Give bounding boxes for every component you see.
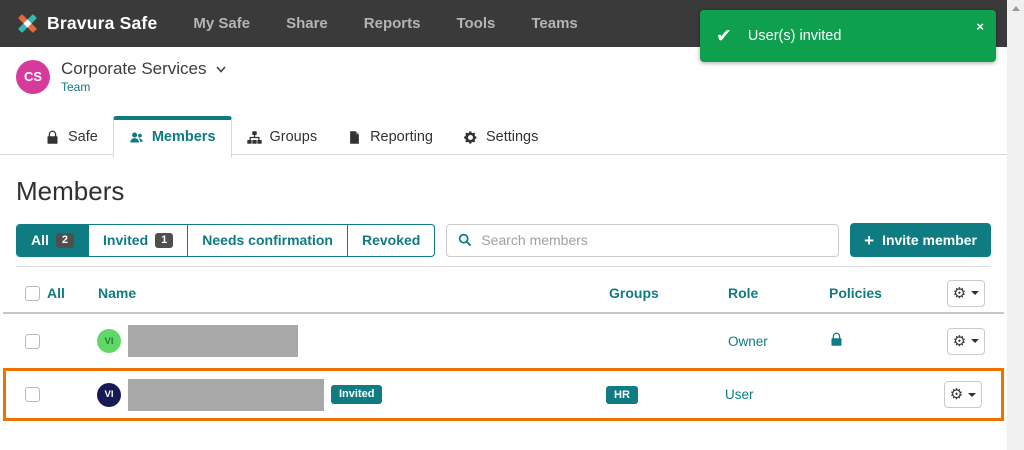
filter-count-badge: 2 xyxy=(55,232,75,248)
header-select-all: All xyxy=(25,285,95,301)
row-select-cell xyxy=(25,333,95,349)
page-title: Members xyxy=(16,176,125,206)
tab-safe[interactable]: Safe xyxy=(30,120,113,154)
member-status-filter-group: All 2 Invited 1 Needs confirmation Revok… xyxy=(16,223,436,257)
tab-members[interactable]: Members xyxy=(112,116,232,158)
nav-item-tools[interactable]: Tools xyxy=(456,15,495,32)
tab-label: Reporting xyxy=(370,129,433,145)
header-name: Name xyxy=(98,285,137,301)
member-row-invited[interactable]: VI Invited HR User ⚙ xyxy=(3,368,1004,421)
search-input[interactable] xyxy=(481,232,828,248)
tab-label: Settings xyxy=(485,129,539,145)
row-options-button[interactable]: ⚙ xyxy=(947,327,985,355)
row-select-cell xyxy=(25,387,95,402)
gear-icon: ⚙ xyxy=(952,284,967,302)
team-name-row[interactable]: Corporate Services xyxy=(61,59,226,79)
team-avatar: CS xyxy=(16,59,50,94)
check-icon: ✔ xyxy=(716,25,732,47)
role-cell: Owner xyxy=(728,333,768,349)
filter-label: All xyxy=(31,232,49,248)
gear-icon: ⚙ xyxy=(949,386,964,403)
toast-message: User(s) invited xyxy=(747,28,842,44)
row-checkbox[interactable] xyxy=(25,387,40,402)
member-name-cell: VI xyxy=(95,325,606,357)
row-checkbox[interactable] xyxy=(25,333,40,349)
chevron-down-icon xyxy=(215,65,226,73)
invite-member-button[interactable]: + Invite member xyxy=(850,223,991,257)
caret-down-icon xyxy=(971,339,980,343)
team-name: Corporate Services xyxy=(61,59,207,78)
gear-icon: ⚙ xyxy=(952,332,967,350)
member-name-redacted xyxy=(128,378,324,411)
member-row-owner[interactable]: VI Owner ⚙ xyxy=(3,314,1004,368)
tab-label: Safe xyxy=(68,129,98,145)
groups-cell: HR xyxy=(603,386,722,405)
search-box xyxy=(446,223,840,257)
members-page: Members All 2 Invited 1 Needs confirmati… xyxy=(0,176,1007,267)
filter-all[interactable]: All 2 xyxy=(17,224,90,256)
table-header-row: All Name Groups Role Policies ⚙ xyxy=(3,274,1004,314)
members-icon xyxy=(130,132,143,142)
nav-item-reports[interactable]: Reports xyxy=(364,15,421,32)
success-toast: ✔ User(s) invited × xyxy=(700,10,996,62)
member-name-cell: VI Invited xyxy=(95,378,603,411)
nav-item-share[interactable]: Share xyxy=(286,15,328,32)
table-options-button[interactable]: ⚙ xyxy=(947,279,985,307)
nav-items: My Safe Share Reports Tools Teams xyxy=(193,15,577,32)
settings-icon xyxy=(464,130,477,144)
tab-reporting[interactable]: Reporting xyxy=(332,120,448,154)
filter-needs-confirmation[interactable]: Needs confirmation xyxy=(188,224,348,256)
invite-member-label: Invite member xyxy=(882,232,977,248)
filter-count-badge: 1 xyxy=(155,232,174,248)
members-table: All Name Groups Role Policies ⚙ VI Owner xyxy=(3,274,1004,421)
select-all-label: All xyxy=(47,285,65,301)
header-policies: Policies xyxy=(829,285,882,301)
filter-revoked[interactable]: Revoked xyxy=(348,225,434,256)
filter-label: Needs confirmation xyxy=(202,232,333,248)
role-cell: User xyxy=(725,387,754,402)
select-all-checkbox[interactable] xyxy=(25,285,40,301)
nav-item-teams[interactable]: Teams xyxy=(531,15,577,32)
bravura-logo-icon xyxy=(18,14,37,33)
team-title-block: Corporate Services Team xyxy=(61,59,226,94)
lock-icon xyxy=(47,130,58,144)
tab-label: Members xyxy=(151,129,216,145)
plus-icon: + xyxy=(864,230,875,250)
member-avatar: VI xyxy=(97,382,121,407)
tab-label: Groups xyxy=(269,129,318,145)
header-role: Role xyxy=(728,285,759,301)
tab-bar: Safe Members Groups Reporting Settings xyxy=(0,116,1007,158)
filter-label: Revoked xyxy=(361,232,421,248)
caret-down-icon xyxy=(971,291,980,295)
section-divider xyxy=(16,266,991,267)
tab-groups[interactable]: Groups xyxy=(232,120,333,154)
filter-label: Invited xyxy=(103,232,149,248)
member-avatar: VI xyxy=(97,329,121,353)
scrollbar-up-arrow[interactable] xyxy=(1011,6,1020,11)
brand[interactable]: Bravura Safe xyxy=(16,12,157,35)
team-subtitle: Team xyxy=(61,80,91,94)
group-badge: HR xyxy=(606,386,638,405)
members-controls: All 2 Invited 1 Needs confirmation Revok… xyxy=(16,223,991,257)
caret-down-icon xyxy=(968,392,977,397)
sitemap-icon xyxy=(246,130,262,144)
filter-invited[interactable]: Invited 1 xyxy=(89,224,189,256)
status-badge: Invited xyxy=(331,384,383,405)
tab-settings[interactable]: Settings xyxy=(448,120,553,154)
toast-close-button[interactable]: × xyxy=(976,20,984,33)
scrollbar[interactable] xyxy=(1007,0,1024,450)
policies-cell xyxy=(826,332,947,350)
brand-label: Bravura Safe xyxy=(47,13,158,33)
row-options-button[interactable]: ⚙ xyxy=(944,381,982,408)
app-window: Bravura Safe My Safe Share Reports Tools… xyxy=(0,0,1007,421)
member-name-redacted xyxy=(128,325,298,357)
nav-item-my-safe[interactable]: My Safe xyxy=(193,15,250,32)
report-icon xyxy=(350,130,359,144)
header-groups: Groups xyxy=(609,285,659,301)
policy-lock-icon xyxy=(831,332,842,346)
search-icon xyxy=(459,233,472,247)
